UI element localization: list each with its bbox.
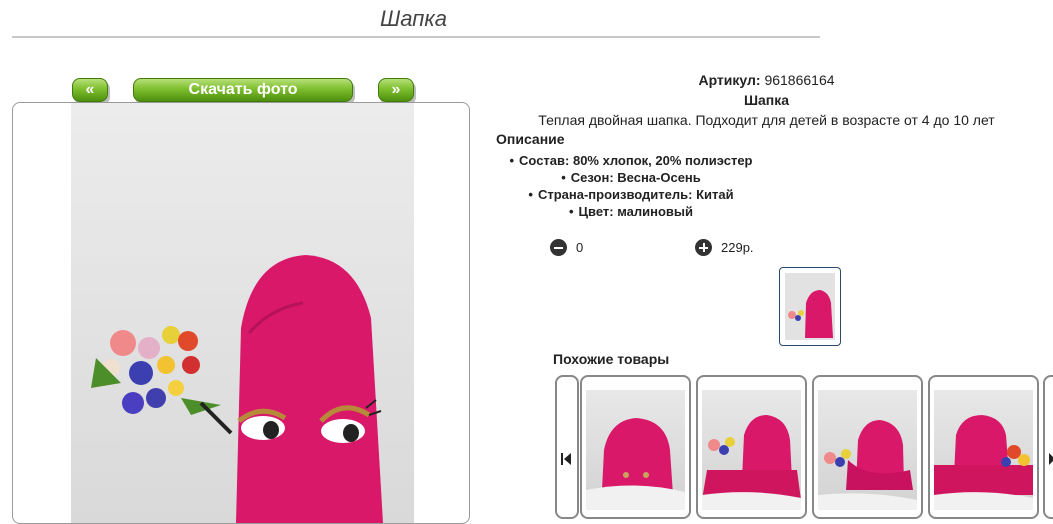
- spec-item: • Страна-производитель: Китай: [528, 187, 734, 202]
- page-title: Шапка: [380, 6, 447, 31]
- hat-scarf-photo-icon: [818, 420, 917, 510]
- spec-item: • Сезон: Весна-Осень: [561, 170, 701, 185]
- spec-item: • Цвет: малиновый: [568, 204, 694, 219]
- price-control: 229р.: [695, 239, 754, 256]
- price-value: 229р.: [721, 240, 754, 255]
- similar-products-heading: Похожие товары: [553, 351, 670, 367]
- product-short-description: Теплая двойная шапка. Подходит для детей…: [538, 112, 995, 128]
- product-photo[interactable]: [71, 103, 414, 523]
- carousel-prev-button[interactable]: [555, 375, 579, 519]
- minus-icon[interactable]: [550, 239, 567, 256]
- hat-photo-icon: [586, 418, 685, 510]
- spec-item: • Состав: 80% хлопок, 20% полиэстер: [509, 153, 753, 168]
- chevron-right-icon: [1049, 453, 1053, 465]
- article-line: Артикул: 961866164: [480, 72, 1053, 88]
- skip-back-icon: [561, 453, 563, 465]
- main-photo-frame: [12, 102, 470, 524]
- quantity-value: 0: [576, 240, 584, 255]
- spec-list: • Состав: 80% хлопок, 20% полиэстер • Сезо…: [496, 152, 766, 220]
- quantity-control: 0: [550, 239, 583, 256]
- hat-scarf-photo-icon: [934, 415, 1033, 510]
- hat-illustration: [91, 255, 383, 523]
- article-label: Артикул:: [698, 72, 761, 88]
- description-heading: Описание: [496, 131, 565, 147]
- similar-product-card[interactable]: [580, 375, 691, 519]
- carousel-next-button[interactable]: [1043, 375, 1053, 519]
- plus-icon[interactable]: [695, 239, 712, 256]
- similar-product-card[interactable]: [696, 375, 807, 519]
- download-photo-button[interactable]: Скачать фото: [133, 78, 353, 102]
- next-photo-button[interactable]: »: [378, 78, 414, 102]
- prev-photo-button[interactable]: «: [72, 78, 108, 102]
- hat-scarf-photo-icon: [702, 415, 801, 510]
- hat-thumbnail-icon: [785, 273, 835, 340]
- photo-thumbnail[interactable]: [779, 267, 841, 346]
- article-value: 961866164: [764, 72, 835, 88]
- title-divider: [12, 36, 820, 38]
- similar-product-card[interactable]: [928, 375, 1039, 519]
- product-name: Шапка: [743, 92, 790, 108]
- similar-product-card[interactable]: [812, 375, 923, 519]
